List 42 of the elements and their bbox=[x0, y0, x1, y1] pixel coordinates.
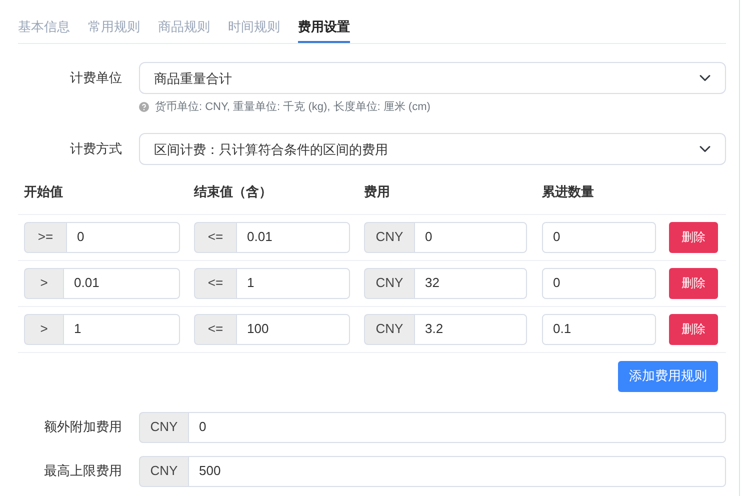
input-prefix: >= bbox=[24, 222, 66, 252]
column-header: 开始值 bbox=[24, 184, 63, 200]
column-header: 结束值（含） bbox=[194, 184, 272, 200]
input-field[interactable]: 0 bbox=[542, 268, 656, 298]
add-rule-button[interactable]: 添加费用规则 bbox=[618, 360, 718, 392]
select-field[interactable]: 区间计费：只计算符合条件的区间的费用 bbox=[139, 132, 726, 164]
select-field[interactable]: 商品重量合计 bbox=[139, 62, 726, 94]
input-field[interactable]: 3.2 bbox=[414, 314, 527, 344]
input-prefix: > bbox=[24, 314, 63, 344]
input-prefix: <= bbox=[194, 314, 236, 344]
input-field[interactable]: 0.01 bbox=[63, 268, 180, 298]
input-field[interactable]: 0 bbox=[188, 412, 726, 442]
field-label: 计费方式 bbox=[69, 140, 123, 158]
input-field[interactable]: 0.1 bbox=[542, 314, 656, 344]
tab[interactable]: 费用设置 bbox=[298, 0, 350, 43]
input-prefix: > bbox=[24, 268, 63, 298]
input-field[interactable]: 0 bbox=[414, 222, 527, 252]
input-prefix: CNY bbox=[364, 314, 414, 344]
help-icon bbox=[139, 102, 149, 112]
input-field[interactable]: 0 bbox=[66, 222, 180, 252]
input-prefix: <= bbox=[194, 222, 236, 252]
input-prefix: <= bbox=[194, 268, 236, 298]
help-text: 货币单位: CNY, 重量单位: 千克 (kg), 长度单位: 厘米 (cm) bbox=[155, 100, 430, 115]
delete-button[interactable]: 删除 bbox=[669, 314, 718, 344]
input-prefix: CNY bbox=[139, 412, 188, 442]
input-prefix: CNY bbox=[364, 268, 414, 298]
input-prefix: CNY bbox=[364, 222, 414, 252]
delete-button[interactable]: 删除 bbox=[669, 268, 718, 298]
field-label: 计费单位 bbox=[69, 69, 123, 88]
input-prefix: CNY bbox=[139, 456, 188, 486]
input-field[interactable]: 1 bbox=[63, 314, 180, 344]
field-label: 最高上限费用 bbox=[43, 462, 123, 480]
input-field[interactable]: 500 bbox=[188, 456, 726, 486]
input-field[interactable]: 0.01 bbox=[236, 222, 350, 252]
column-header: 费用 bbox=[364, 184, 390, 200]
column-header: 累进数量 bbox=[542, 184, 594, 200]
input-field[interactable]: 100 bbox=[236, 314, 350, 344]
field-label: 额外附加费用 bbox=[43, 418, 123, 436]
input-field[interactable]: 32 bbox=[414, 268, 527, 298]
delete-button[interactable]: 删除 bbox=[669, 222, 718, 252]
input-field[interactable]: 0 bbox=[542, 222, 656, 252]
input-field[interactable]: 1 bbox=[236, 268, 350, 298]
